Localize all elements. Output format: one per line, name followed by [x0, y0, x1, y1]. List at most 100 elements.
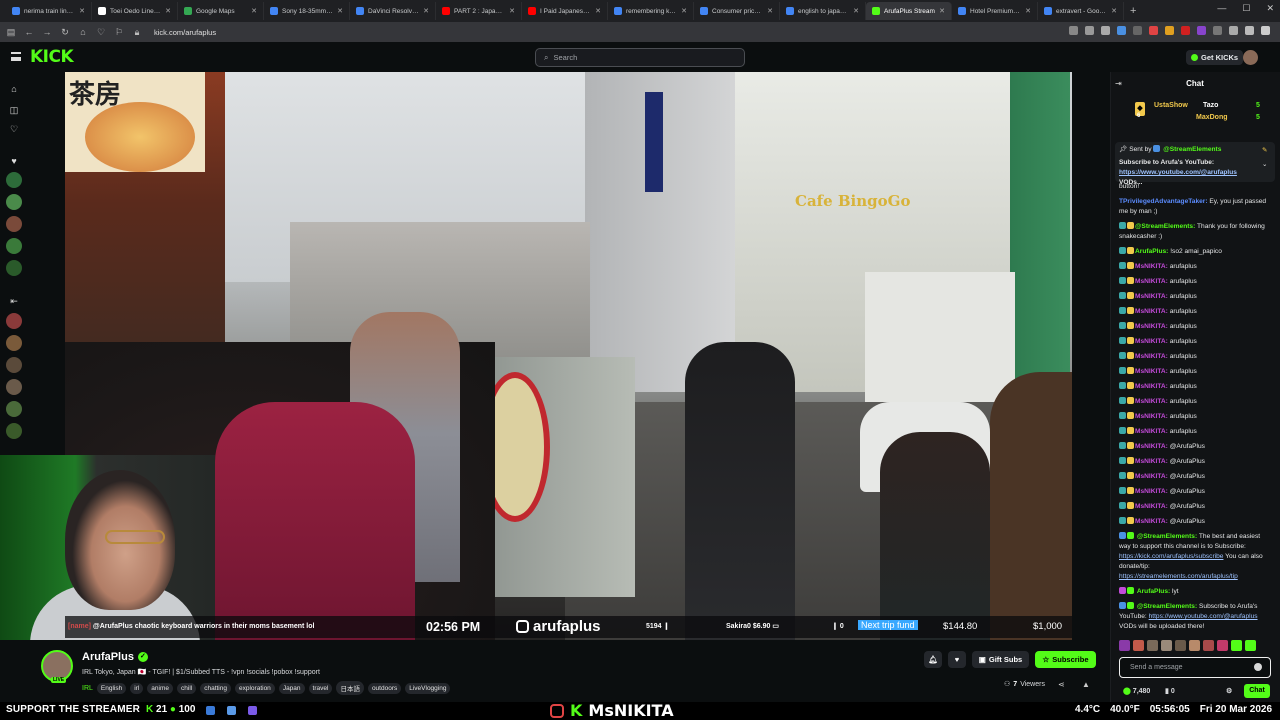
stream-tag[interactable]: English [96, 682, 127, 694]
hamburger-menu-icon[interactable] [11, 52, 21, 61]
chat-username[interactable]: MsNIKITA: [1135, 353, 1168, 360]
emote-icon[interactable] [1119, 640, 1130, 651]
chat-username[interactable]: MsNIKITA: [1135, 518, 1168, 525]
subscribe-button[interactable]: ☆ Subscribe [1035, 651, 1096, 668]
forward-icon[interactable]: → [42, 27, 52, 37]
stream-tag[interactable]: chill [177, 682, 197, 694]
tab-close-icon[interactable]: ✕ [423, 7, 429, 15]
recommended-channel-avatar[interactable] [6, 401, 22, 417]
browser-tab[interactable]: Hotel Premium Green ✕ [952, 2, 1038, 20]
browser-tab[interactable]: DaVinci Resolve — M ✕ [350, 2, 436, 20]
get-kicks-button[interactable]: Get KICKs [1186, 50, 1244, 65]
browser-tab[interactable]: english to japanese - ✕ [780, 2, 866, 20]
browser-tab[interactable]: ArufaPlus Stream ✕ [866, 2, 952, 20]
chat-username[interactable]: MsNIKITA: [1135, 413, 1168, 420]
chat-username[interactable]: MsNIKITA: [1135, 398, 1168, 405]
followed-channel-avatar[interactable] [6, 216, 22, 232]
expand-icon[interactable]: ⇤ [8, 295, 20, 307]
extension-icon[interactable] [1069, 26, 1078, 35]
tab-close-icon[interactable]: ✕ [1025, 7, 1031, 15]
tab-close-icon[interactable]: ✕ [595, 7, 601, 15]
follow-heart-button[interactable]: ♥ [948, 651, 966, 668]
browser-tab[interactable]: remembering kanji - ✕ [608, 2, 694, 20]
taskbar-app-icon[interactable] [227, 706, 236, 715]
emote-icon[interactable] [1133, 640, 1144, 651]
leaderboard-user[interactable]: UstaShow [1154, 102, 1188, 109]
recommended-channel-avatar[interactable] [6, 313, 22, 329]
chat-username[interactable]: TPrivilegedAdvantageTaker: [1119, 198, 1208, 205]
emote-icon[interactable] [1175, 640, 1186, 651]
chat-username[interactable]: MsNIKITA: [1135, 428, 1168, 435]
tab-close-icon[interactable]: ✕ [1111, 7, 1117, 15]
emote-icon[interactable] [1147, 640, 1158, 651]
leaderboard-user[interactable]: MaxDong [1196, 114, 1228, 121]
browser-tab[interactable]: extravert - Google Se✕ [1038, 2, 1124, 20]
search-input[interactable]: ⌕ Search [535, 48, 745, 67]
extension-icon[interactable] [1117, 26, 1126, 35]
reload-icon[interactable]: ↻ [60, 27, 70, 38]
category-link[interactable]: IRL [82, 685, 93, 692]
send-chat-button[interactable]: Chat [1244, 684, 1270, 698]
tracking-icon[interactable]: ⚐ [114, 27, 124, 38]
stream-tag[interactable]: irl [130, 682, 144, 694]
home-icon[interactable]: ⌂ [78, 27, 88, 37]
chat-username[interactable]: MsNIKITA: [1135, 323, 1168, 330]
emote-icon[interactable] [1203, 640, 1214, 651]
minimize-icon[interactable]: — [1217, 3, 1226, 14]
tab-close-icon[interactable]: ✕ [337, 7, 343, 15]
chat-username[interactable]: MsNIKITA: [1135, 368, 1168, 375]
stream-tag[interactable]: exploration [235, 682, 275, 694]
new-tab-button[interactable]: + [1130, 5, 1136, 17]
video-player[interactable]: Cafe BingoGo 茶房 [65, 72, 1072, 640]
browser-tab[interactable]: Consumer price inflati ✕ [694, 2, 780, 20]
channel-name-row[interactable]: ArufaPlus ✓ [82, 651, 148, 663]
chat-username[interactable]: MsNIKITA: [1135, 263, 1168, 270]
stream-tag[interactable]: outdoors [367, 682, 402, 694]
tab-close-icon[interactable]: ✕ [165, 7, 171, 15]
menu-icon[interactable] [1261, 26, 1270, 35]
pinned-link[interactable]: https://www.youtube.com/@arufaplus [1119, 169, 1237, 176]
chat-username[interactable]: ArufaPlus: [1135, 248, 1168, 255]
home-icon[interactable]: ⌂ [8, 83, 20, 95]
chat-username[interactable]: MsNIKITA: [1135, 473, 1168, 480]
channel-name[interactable]: ArufaPlus [82, 651, 134, 663]
tab-close-icon[interactable]: ✕ [681, 7, 687, 15]
url-field[interactable]: kick.com/arufaplus [154, 28, 216, 37]
chat-username[interactable]: MsNIKITA: [1135, 458, 1168, 465]
tab-close-icon[interactable]: ✕ [939, 7, 945, 15]
emoji-picker-icon[interactable] [1254, 663, 1262, 671]
chat-username[interactable]: MsNIKITA: [1135, 443, 1168, 450]
followed-channel-avatar[interactable] [6, 260, 22, 276]
extension-icon[interactable] [1213, 26, 1222, 35]
share-icon[interactable]: ⋖ [1058, 680, 1065, 689]
extension-icon[interactable] [1229, 26, 1238, 35]
chat-message-input[interactable]: Send a message [1119, 657, 1271, 678]
stream-tag[interactable]: chatting [200, 682, 231, 694]
pinned-expand-icon[interactable]: ⌄ [1262, 160, 1272, 170]
report-icon[interactable]: ▲ [1082, 680, 1090, 689]
chat-username[interactable]: MsNIKITA: [1135, 293, 1168, 300]
chat-settings-icon[interactable]: ⚙ [1226, 687, 1232, 695]
browser-tab[interactable]: nerima train line map ✕ [6, 2, 92, 20]
stream-tag[interactable]: anime [147, 682, 174, 694]
chat-username[interactable]: MsNIKITA: [1135, 338, 1168, 345]
extension-icon[interactable] [1165, 26, 1174, 35]
emote-icon[interactable] [1189, 640, 1200, 651]
recommended-channel-avatar[interactable] [6, 379, 22, 395]
taskbar-app-icon[interactable] [248, 706, 257, 715]
back-icon[interactable]: ← [24, 27, 34, 37]
kick-logo[interactable]: KICK [30, 47, 74, 67]
maximize-icon[interactable]: ☐ [1242, 3, 1250, 14]
stream-tag[interactable]: Japan [278, 682, 305, 694]
emote-icon[interactable] [1231, 640, 1242, 651]
extension-icon[interactable] [1133, 26, 1142, 35]
tab-close-icon[interactable]: ✕ [79, 7, 85, 15]
close-icon[interactable]: ✕ [1266, 3, 1274, 14]
chat-username[interactable]: MsNIKITA: [1135, 308, 1168, 315]
chat-username[interactable]: MsNIKITA: [1135, 278, 1168, 285]
extension-icon[interactable] [1181, 26, 1190, 35]
extension-icon[interactable] [1245, 26, 1254, 35]
recommended-channel-avatar[interactable] [6, 335, 22, 351]
browser-tab[interactable]: Google Maps ✕ [178, 2, 264, 20]
following-icon[interactable]: ♡ [8, 123, 20, 135]
